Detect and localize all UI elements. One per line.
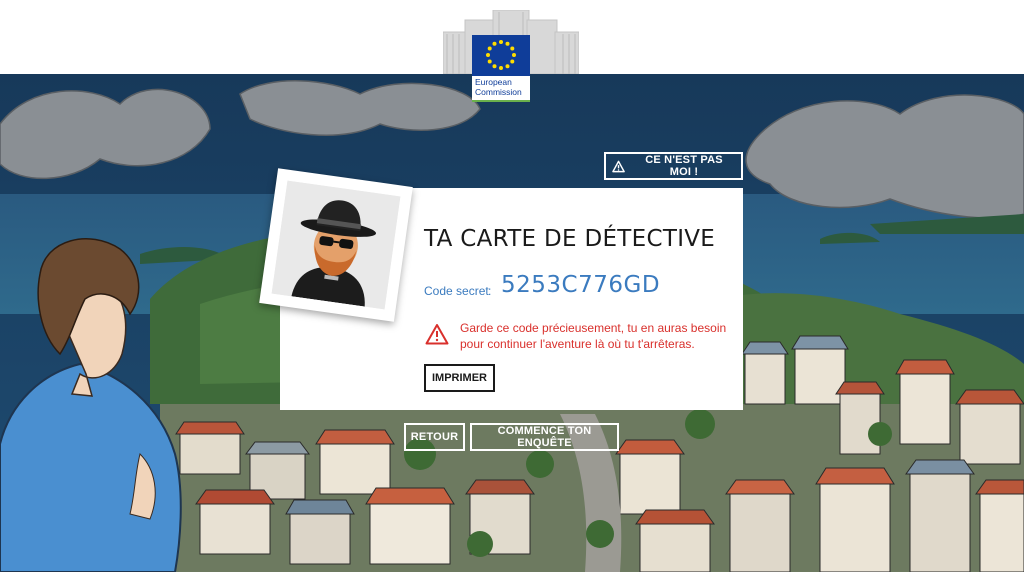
warning-line-2: pour continuer l'aventure là où tu t'arr… (460, 337, 695, 351)
detective-avatar-icon (271, 180, 401, 310)
warning-icon (425, 324, 449, 345)
detective-avatar-photo (259, 168, 413, 322)
eu-stars-icon (486, 40, 516, 70)
warning-message: Garde ce code précieusement, tu en auras… (460, 320, 730, 352)
code-secret-colon: : (488, 284, 492, 298)
logo-text: European Commission (472, 76, 530, 102)
not-me-button[interactable]: CE N'EST PAS MOI ! (604, 152, 743, 180)
code-secret-label: Code secret (424, 284, 489, 298)
card-title: TA CARTE DE DÉTECTIVE (424, 226, 716, 252)
print-button[interactable]: IMPRIMER (424, 364, 495, 392)
eu-flag (472, 35, 530, 76)
start-investigation-button[interactable]: COMMENCE TON ENQUÊTE (470, 423, 619, 451)
back-button[interactable]: RETOUR (404, 423, 465, 451)
code-secret-value: 5253C776GD (501, 272, 661, 298)
warning-icon (612, 160, 625, 172)
not-me-label: CE N'EST PAS MOI ! (645, 154, 723, 178)
warning-line-1: Garde ce code précieusement, tu en auras… (460, 321, 727, 335)
logo-line-2: Commission (475, 86, 522, 97)
european-commission-logo[interactable]: European Commission (443, 10, 579, 104)
